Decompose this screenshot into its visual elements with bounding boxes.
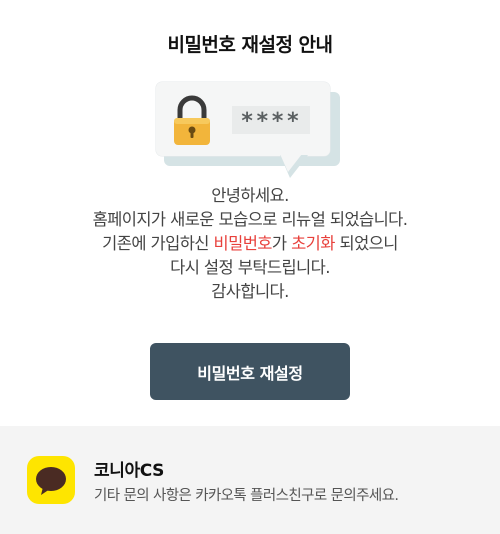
message-line: 감사합니다. [211,282,289,301]
message-line: 기존에 가입하신 비밀번호가 초기화 되었으니 [102,234,398,253]
cs-footer: 코니아CS 기타 문의 사항은 카카오톡 플러스친구로 문의주세요. [0,426,500,534]
cs-description: 기타 문의 사항은 카카오톡 플러스친구로 문의주세요. [94,488,399,504]
masked-password: **** [241,109,302,134]
highlight-reset: 초기화 [291,234,335,253]
highlight-password: 비밀번호 [213,234,273,253]
message-line: 안녕하세요. [211,186,289,205]
cs-name: 코니아CS [94,461,164,481]
message-line: 다시 설정 부탁드립니다. [170,258,330,277]
notice-message: 안녕하세요. 홈페이지가 새로운 모습으로 리뉴얼 되었습니다. 기존에 가입하… [0,184,500,304]
page-title: 비밀번호 재설정 안내 [167,34,333,56]
reset-password-button[interactable]: 비밀번호 재설정 [150,343,350,400]
password-illustration: **** [150,78,350,183]
kakao-talk-icon[interactable] [27,456,75,504]
message-line: 홈페이지가 새로운 모습으로 리뉴얼 되었습니다. [92,210,408,229]
